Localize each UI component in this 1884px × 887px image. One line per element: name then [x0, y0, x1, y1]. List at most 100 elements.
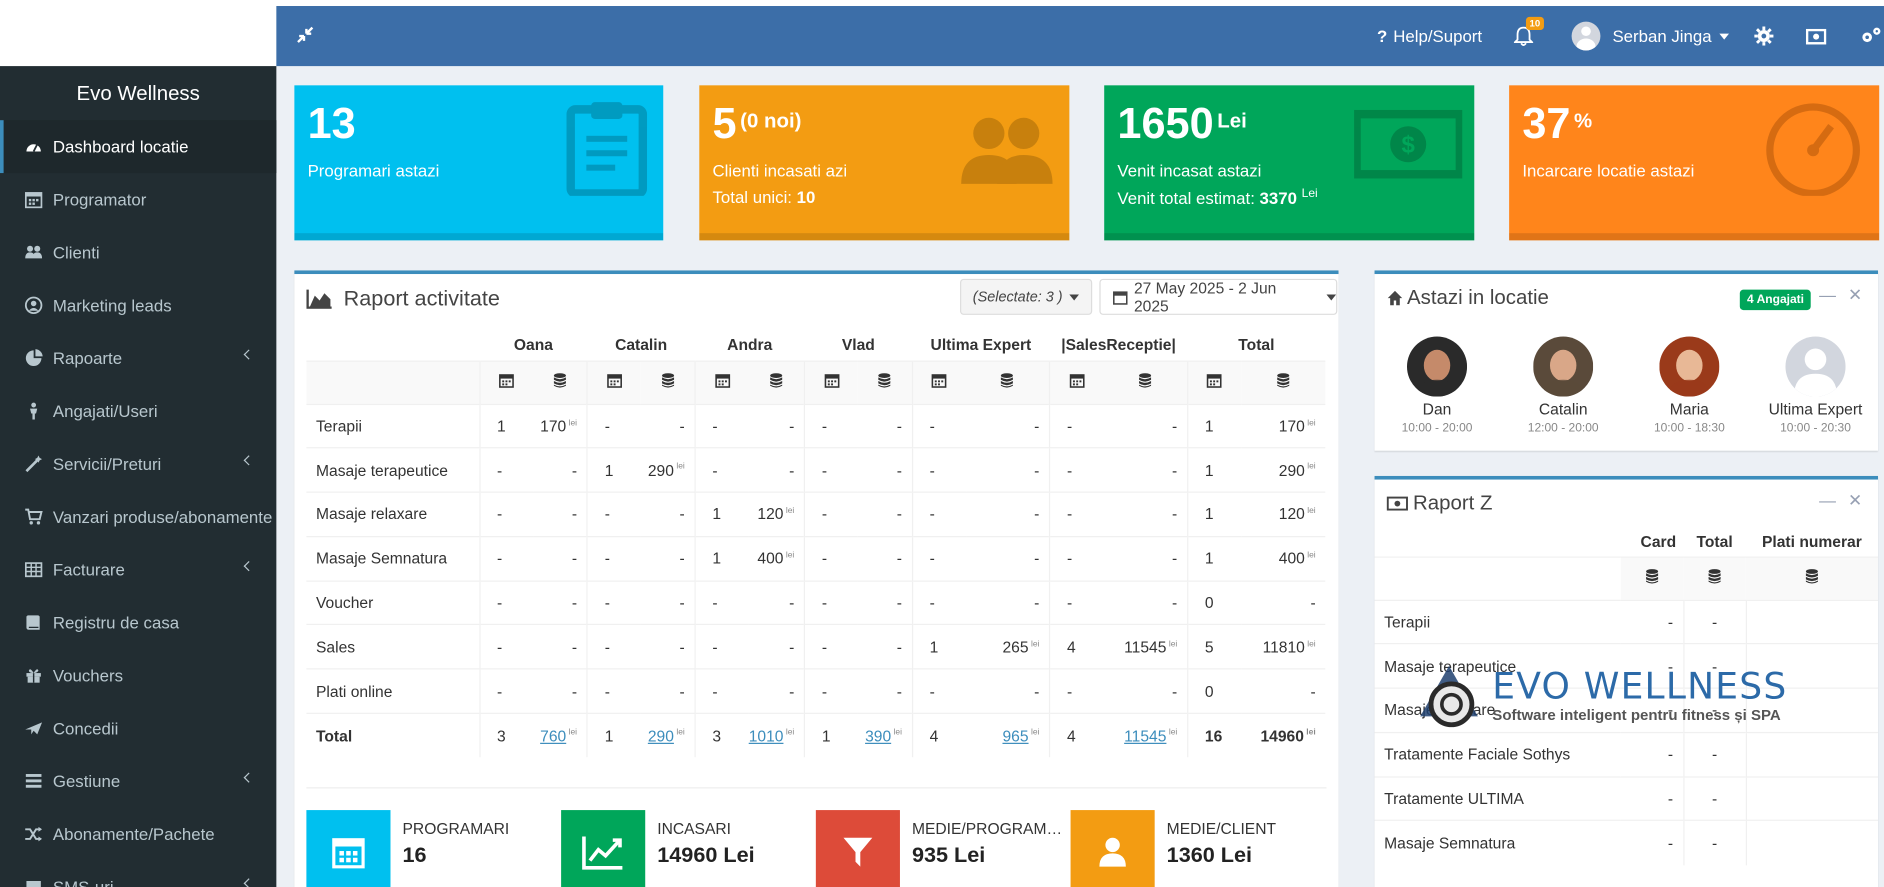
sidebar-item-dashboard-locatie[interactable]: Dashboard locatie — [0, 120, 277, 174]
count-cell: - — [586, 580, 641, 625]
amount-cell: - — [640, 668, 695, 714]
amount-cell: 265 lei — [965, 624, 1050, 670]
sidebar-item-vanzari-produse-abonamente[interactable]: Vanzari produse/abonamente — [0, 490, 276, 543]
kpi-incasari: INCASARI 14960 Lei — [561, 810, 813, 887]
stat-label: Clienti incasati azi — [712, 161, 848, 181]
employee-card[interactable]: Ultima Expert 10:00 - 20:30 — [1755, 336, 1875, 435]
count-cell: 0 — [1186, 668, 1242, 714]
amount-cell: - — [640, 580, 695, 625]
sidebar-item-sms-uri[interactable]: SMS-uri — [0, 861, 276, 887]
unit-label: lei — [1030, 640, 1040, 649]
count-cell: - — [1048, 580, 1104, 625]
amount-link[interactable]: 11545 — [1124, 727, 1166, 745]
employee-card[interactable]: Maria 10:00 - 18:30 — [1629, 336, 1749, 435]
amount-cell: - — [858, 491, 913, 537]
employee-name: Maria — [1669, 400, 1709, 419]
amount-cell[interactable]: 760 lei — [533, 712, 588, 758]
cart-icon — [24, 508, 43, 525]
sidebar-item-abonamente-pachete[interactable]: Abonamente/Pachete — [0, 808, 276, 861]
count-cell: 4 — [1048, 624, 1104, 670]
sidebar-item-registru-de-casa[interactable]: Registru de casa — [0, 596, 276, 649]
amount-cell[interactable]: 1010 lei — [748, 712, 805, 758]
card-cell: - — [1620, 599, 1684, 644]
row-label: Tratamente Faciale Sothys — [1374, 731, 1621, 777]
amount-link[interactable]: 965 — [1002, 727, 1028, 745]
cash-button[interactable] — [1805, 6, 1827, 66]
sidebar-item-marketing-leads[interactable]: Marketing leads — [0, 279, 276, 332]
count-cell: - — [694, 447, 749, 493]
report-total-row: Total 3 760 lei 1 290 lei 3 1010 lei 1 390 lei 4 965 le… — [306, 712, 1326, 758]
sidebar-item-label: Facturare — [52, 560, 125, 580]
sidebar-item-servicii-preturi[interactable]: Servicii/Preturi — [0, 437, 276, 490]
stat-sublabel: Total unici: 10 — [712, 187, 816, 207]
database-icon — [1620, 555, 1684, 600]
sidebar-item-label: Registru de casa — [52, 612, 180, 633]
employee-select[interactable]: (Selectate: 3 ) — [960, 278, 1093, 315]
sidebar-item-facturare[interactable]: Facturare — [0, 543, 276, 596]
pie-chart-icon — [24, 349, 43, 367]
raport-z-column: Total — [1696, 532, 1733, 551]
minimize-icon[interactable]: — — [1819, 285, 1836, 304]
cash-cell — [1745, 731, 1878, 777]
count-cell: - — [586, 668, 641, 714]
amount-cell: - — [858, 403, 913, 449]
sidebar-item-gestiune[interactable]: Gestiune — [0, 755, 276, 808]
advanced-settings-button[interactable] — [1860, 6, 1882, 66]
employee-hours: 10:00 - 20:00 — [1401, 421, 1473, 436]
employee-card[interactable]: Catalin 12:00 - 20:00 — [1503, 336, 1623, 435]
amount-cell[interactable]: 290 lei — [640, 712, 695, 758]
amount-link[interactable]: 290 — [648, 727, 674, 745]
count-cell: - — [478, 535, 534, 581]
employee-card[interactable]: Dan 10:00 - 20:00 — [1377, 336, 1497, 436]
calendar-icon — [586, 359, 641, 404]
stat-appointments[interactable]: 13 Programari astazi — [294, 85, 664, 241]
count-cell: - — [803, 491, 859, 537]
count-cell: - — [803, 668, 859, 714]
unit-label: lei — [676, 728, 685, 738]
sidebar-item-vouchers[interactable]: Vouchers — [0, 649, 276, 702]
help-link[interactable]: ? Help/Suport — [1377, 6, 1482, 66]
amount-link[interactable]: 390 — [865, 727, 891, 745]
total-cell: - — [1682, 599, 1746, 644]
collapse-toggle-icon[interactable] — [293, 23, 317, 47]
count-cell: 1 — [1186, 447, 1242, 493]
area-chart-icon — [306, 289, 332, 309]
row-label: Plati online — [306, 668, 480, 714]
sidebar-item-clienti[interactable]: Clienti — [0, 226, 276, 279]
amount-cell[interactable]: 390 lei — [858, 712, 913, 758]
stat-revenue[interactable]: 1650 Lei Venit incasat astazi Venit total… — [1104, 85, 1475, 241]
raport-z-row: Masaje Semnatura - - — [1374, 820, 1878, 866]
count-cell: - — [803, 535, 859, 581]
raport-z-row: Tratamente Faciale Sothys - - — [1374, 731, 1878, 777]
unit-label: lei — [1307, 507, 1316, 516]
row-label: Total — [306, 712, 480, 758]
settings-button[interactable] — [1754, 6, 1774, 66]
employee-name: Catalin — [1538, 400, 1588, 419]
amount-cell: - — [748, 668, 805, 714]
employee-name: Dan — [1422, 400, 1452, 419]
sidebar-item-programator[interactable]: Programator — [0, 173, 276, 226]
amount-link[interactable]: 1010 — [749, 727, 784, 745]
sidebar-item-rapoarte[interactable]: Rapoarte — [0, 332, 276, 385]
close-icon[interactable]: ✕ — [1848, 285, 1862, 305]
close-icon[interactable]: ✕ — [1848, 490, 1862, 510]
notifications-button[interactable]: 10 — [1513, 6, 1544, 66]
amount-cell[interactable]: 11545 lei — [1103, 712, 1188, 758]
count-cell: 1 — [586, 712, 641, 758]
amount-link[interactable]: 760 — [540, 727, 566, 745]
database-icon — [858, 359, 913, 404]
user-menu[interactable]: Serban Jinga — [1571, 6, 1729, 66]
calendar-icon — [478, 359, 534, 404]
minimize-icon[interactable]: — — [1819, 490, 1836, 509]
stat-load[interactable]: 37% Incarcare locatie astazi — [1509, 85, 1880, 241]
sidebar-item-angajati-useri[interactable]: Angajati/Useri — [0, 385, 276, 438]
stat-clients[interactable]: 5 (0 noi) Clienti incasati azi Total unic… — [699, 85, 1070, 241]
amount-cell[interactable]: 965 lei — [965, 712, 1050, 758]
report-icon-row — [306, 359, 1326, 404]
users-icon — [24, 244, 43, 261]
amount-cell: - — [748, 580, 805, 625]
sidebar-item-concedii[interactable]: Concedii — [0, 702, 276, 755]
date-range-picker[interactable]: 27 May 2025 - 2 Jun 2025 — [1099, 278, 1338, 315]
today-box: Astazi in locatie 4 Angajati — ✕ Dan 10:0… — [1374, 270, 1878, 451]
count-cell: - — [803, 403, 859, 449]
